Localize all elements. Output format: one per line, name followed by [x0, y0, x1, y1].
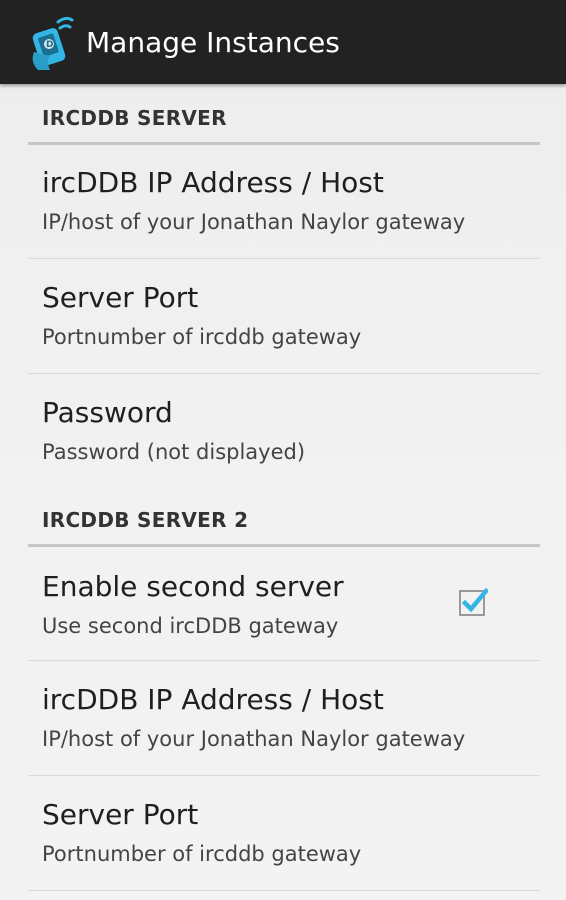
pref-title: Password	[42, 396, 173, 429]
pref-ircddb-host[interactable]: ircDDB IP Address / Host IP/host of your…	[28, 144, 540, 259]
enable-second-server-checkbox[interactable]	[458, 587, 488, 617]
pref-title: ircDDB IP Address / Host	[42, 166, 384, 199]
pref-summary: Portnumber of ircddb gateway	[42, 325, 362, 349]
pref-title: ircDDB IP Address / Host	[42, 683, 384, 716]
pref-password[interactable]: Password Password (not displayed)	[28, 374, 540, 489]
pref-server-port[interactable]: Server Port Portnumber of ircddb gateway	[28, 259, 540, 374]
pref-ircddb-host-2[interactable]: ircDDB IP Address / Host IP/host of your…	[28, 661, 540, 776]
pref-title: Server Port	[42, 798, 199, 831]
pref-summary: Use second ircDDB gateway	[42, 614, 339, 638]
pref-summary: IP/host of your Jonathan Naylor gateway	[42, 727, 466, 751]
svg-text:D: D	[46, 40, 53, 50]
pref-enable-second-server[interactable]: Enable second server Use second ircDDB g…	[28, 546, 540, 661]
app-title: Manage Instances	[86, 26, 340, 59]
pref-summary: IP/host of your Jonathan Naylor gateway	[42, 210, 466, 234]
pref-title: Enable second server	[42, 570, 344, 603]
category-header: IRCDDB SERVER 2	[42, 508, 249, 532]
category-ircddb-server-2: IRCDDB SERVER 2	[28, 502, 540, 547]
category-header: IRCDDB SERVER	[42, 106, 227, 130]
pref-summary: Portnumber of ircddb gateway	[42, 842, 362, 866]
pref-summary: Password (not displayed)	[42, 440, 306, 464]
action-bar: D Manage Instances	[0, 0, 566, 84]
category-ircddb-server: IRCDDB SERVER	[28, 100, 540, 145]
pref-title: Server Port	[42, 281, 199, 314]
pref-server-port-2[interactable]: Server Port Portnumber of ircddb gateway	[28, 776, 540, 891]
list-divider	[28, 890, 540, 891]
app-antenna-phone-icon[interactable]: D	[28, 12, 80, 72]
